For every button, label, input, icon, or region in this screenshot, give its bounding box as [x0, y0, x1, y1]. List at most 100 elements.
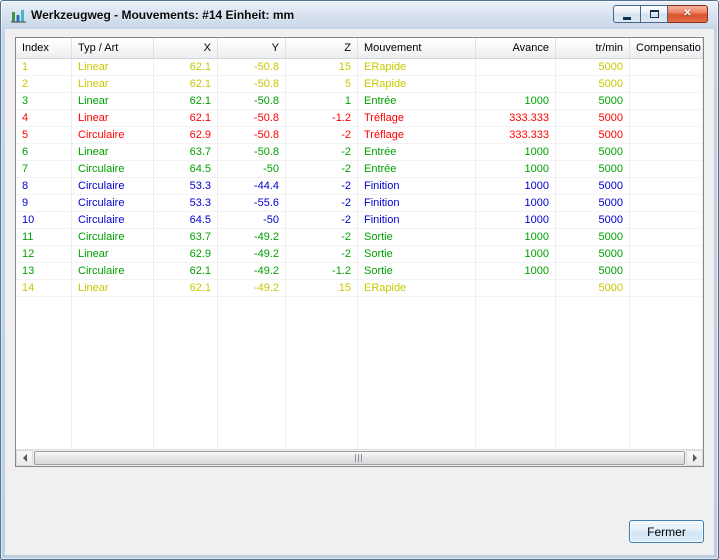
- caption-buttons: ✕: [613, 5, 708, 23]
- column-header-index[interactable]: Index: [16, 38, 72, 58]
- cell-x: 62.1: [154, 59, 218, 76]
- cell-y: -49.2: [218, 280, 286, 297]
- column-header-y[interactable]: Y: [218, 38, 286, 58]
- filler-cell: [218, 297, 286, 449]
- cell-z: -1.2: [286, 110, 358, 127]
- cell-rpm: 5000: [556, 263, 630, 280]
- table-row[interactable]: 3 Linear 62.1 -50.8 1 Entrée 1000 5000: [16, 93, 703, 110]
- cell-x: 63.7: [154, 144, 218, 161]
- close-button[interactable]: ✕: [668, 5, 708, 23]
- cell-index: 12: [16, 246, 72, 263]
- column-header-compensation[interactable]: Compensatio: [630, 38, 703, 58]
- cell-rpm: 5000: [556, 161, 630, 178]
- filler-cell: [154, 297, 218, 449]
- cell-index: 1: [16, 59, 72, 76]
- cell-x: 53.3: [154, 195, 218, 212]
- cell-comp: [630, 246, 703, 263]
- cell-feed: [476, 280, 556, 297]
- footer: Fermer: [15, 520, 704, 543]
- cell-feed: 333.333: [476, 110, 556, 127]
- cell-feed: 1000: [476, 229, 556, 246]
- cell-z: 15: [286, 280, 358, 297]
- cell-feed: 333.333: [476, 127, 556, 144]
- cell-movement: Sortie: [358, 246, 476, 263]
- cell-y: -50.8: [218, 144, 286, 161]
- cell-type: Circulaire: [72, 212, 154, 229]
- scrollbar-thumb[interactable]: [34, 451, 685, 465]
- cell-rpm: 5000: [556, 110, 630, 127]
- filler-cell: [286, 297, 358, 449]
- cell-index: 8: [16, 178, 72, 195]
- column-header-feed[interactable]: Avance: [476, 38, 556, 58]
- close-icon: ✕: [683, 8, 692, 19]
- cell-comp: [630, 161, 703, 178]
- table-row[interactable]: 14 Linear 62.1 -49.2 15 ERapide 5000: [16, 280, 703, 297]
- table-row[interactable]: 5 Circulaire 62.9 -50.8 -2 Tréflage 333.333 500…: [16, 127, 703, 144]
- arrow-left-icon: [19, 454, 27, 462]
- cell-feed: 1000: [476, 263, 556, 280]
- cell-rpm: 5000: [556, 229, 630, 246]
- table-row[interactable]: 10 Circulaire 64.5 -50 -2 Finition 1000 5000: [16, 212, 703, 229]
- cell-x: 62.1: [154, 76, 218, 93]
- cell-feed: 1000: [476, 246, 556, 263]
- cell-feed: [476, 76, 556, 93]
- maximize-icon: [649, 10, 659, 18]
- table-row[interactable]: 13 Circulaire 62.1 -49.2 -1.2 Sortie 1000 5000: [16, 263, 703, 280]
- cell-index: 5: [16, 127, 72, 144]
- cell-x: 62.1: [154, 93, 218, 110]
- cell-index: 3: [16, 93, 72, 110]
- cell-type: Linear: [72, 246, 154, 263]
- table-row[interactable]: 2 Linear 62.1 -50.8 5 ERapide 5000: [16, 76, 703, 93]
- cell-type: Linear: [72, 110, 154, 127]
- cell-y: -50: [218, 212, 286, 229]
- column-header-movement[interactable]: Mouvement: [358, 38, 476, 58]
- cell-rpm: 5000: [556, 212, 630, 229]
- maximize-button[interactable]: [641, 5, 668, 23]
- cell-feed: 1000: [476, 195, 556, 212]
- cell-x: 64.5: [154, 212, 218, 229]
- cell-z: -2: [286, 161, 358, 178]
- cell-rpm: 5000: [556, 280, 630, 297]
- app-icon: [11, 8, 26, 23]
- table-row[interactable]: 1 Linear 62.1 -50.8 15 ERapide 5000: [16, 59, 703, 76]
- column-header-z[interactable]: Z: [286, 38, 358, 58]
- cell-movement: ERapide: [358, 59, 476, 76]
- cell-movement: Tréflage: [358, 110, 476, 127]
- table-row[interactable]: 12 Linear 62.9 -49.2 -2 Sortie 1000 5000: [16, 246, 703, 263]
- cell-rpm: 5000: [556, 178, 630, 195]
- minimize-button[interactable]: [613, 5, 641, 23]
- scroll-right-button[interactable]: [686, 450, 703, 466]
- cell-comp: [630, 195, 703, 212]
- table-row[interactable]: 6 Linear 63.7 -50.8 -2 Entrée 1000 5000: [16, 144, 703, 161]
- cell-y: -50.8: [218, 59, 286, 76]
- table-row[interactable]: 4 Linear 62.1 -50.8 -1.2 Tréflage 333.333 5000: [16, 110, 703, 127]
- column-header-rpm[interactable]: tr/min: [556, 38, 630, 58]
- column-header-x[interactable]: X: [154, 38, 218, 58]
- horizontal-scrollbar[interactable]: [16, 449, 703, 466]
- cell-movement: ERapide: [358, 280, 476, 297]
- cell-movement: Finition: [358, 212, 476, 229]
- cell-index: 14: [16, 280, 72, 297]
- scroll-left-button[interactable]: [16, 450, 33, 466]
- table-row[interactable]: 9 Circulaire 53.3 -55.6 -2 Finition 1000 5000: [16, 195, 703, 212]
- cell-y: -49.2: [218, 263, 286, 280]
- fermer-button[interactable]: Fermer: [629, 520, 704, 543]
- scrollbar-track[interactable]: [33, 450, 686, 466]
- cell-z: -2: [286, 144, 358, 161]
- cell-y: -50.8: [218, 93, 286, 110]
- cell-z: -2: [286, 195, 358, 212]
- cell-movement: Sortie: [358, 229, 476, 246]
- table-body: 1 Linear 62.1 -50.8 15 ERapide 5000 2 Linear 62.1…: [16, 59, 703, 449]
- cell-rpm: 5000: [556, 76, 630, 93]
- cell-x: 64.5: [154, 161, 218, 178]
- table-row[interactable]: 7 Circulaire 64.5 -50 -2 Entrée 1000 5000: [16, 161, 703, 178]
- table-row[interactable]: 11 Circulaire 63.7 -49.2 -2 Sortie 1000 5000: [16, 229, 703, 246]
- column-header-type[interactable]: Typ / Art: [72, 38, 154, 58]
- cell-x: 62.9: [154, 127, 218, 144]
- cell-movement: Entrée: [358, 161, 476, 178]
- minimize-icon: [623, 17, 631, 20]
- cell-index: 7: [16, 161, 72, 178]
- table-row[interactable]: 8 Circulaire 53.3 -44.4 -2 Finition 1000 5000: [16, 178, 703, 195]
- client-area: Index Typ / Art X Y Z Mouvement Avance t…: [5, 29, 714, 555]
- cell-x: 62.9: [154, 246, 218, 263]
